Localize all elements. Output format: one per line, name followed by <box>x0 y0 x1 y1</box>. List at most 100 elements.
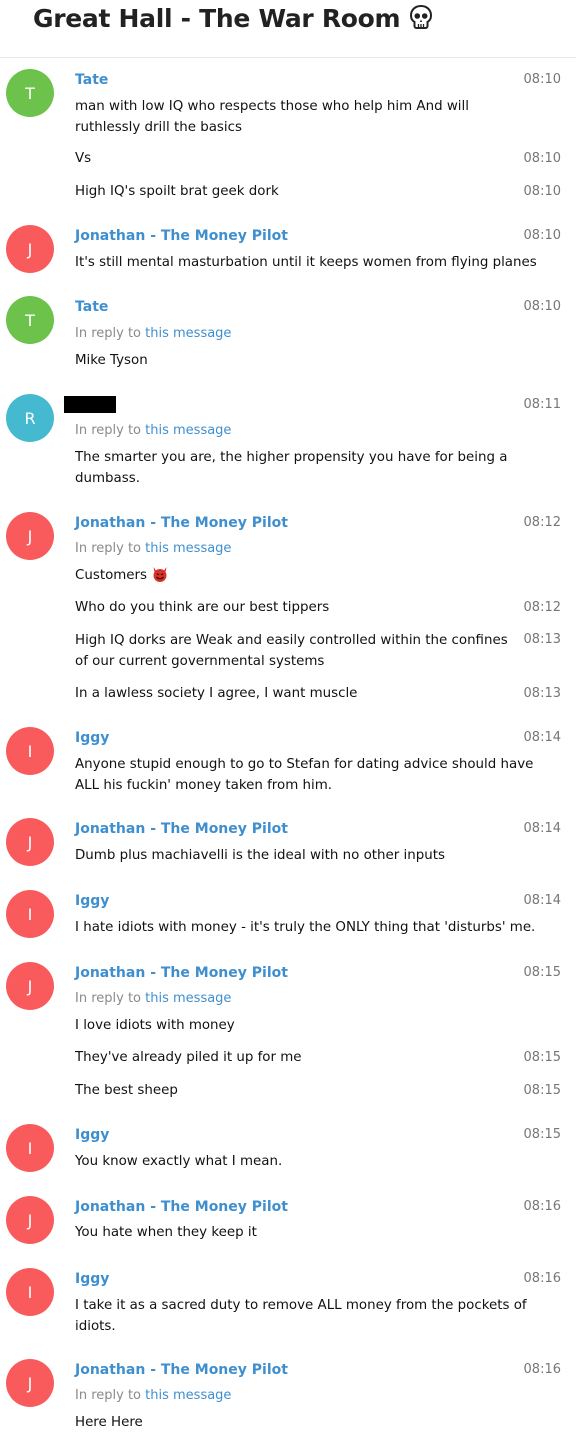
message-text: Customers <box>75 568 148 583</box>
avatar[interactable]: J <box>6 962 54 1010</box>
reply-link[interactable]: this message <box>145 991 231 1006</box>
reply-prefix: In reply to <box>75 991 142 1006</box>
message-time: 08:10 <box>523 72 561 87</box>
message-time: 08:10 <box>523 228 561 243</box>
avatar[interactable]: J <box>6 818 54 866</box>
avatar[interactable]: J <box>6 1196 54 1244</box>
avatar[interactable]: J <box>6 225 54 273</box>
avatar[interactable]: J <box>6 1359 54 1407</box>
avatar-initial: J <box>27 239 33 259</box>
avatar[interactable]: I <box>6 727 54 775</box>
sender-name[interactable]: Jonathan - The Money Pilot <box>75 1360 288 1380</box>
sender-name[interactable]: Jonathan - The Money Pilot <box>75 963 288 983</box>
sender-name[interactable]: Iggy <box>75 1269 109 1289</box>
avatar-initial: I <box>27 741 33 761</box>
avatar-initial: J <box>27 832 33 852</box>
sender-name[interactable]: Jonathan - The Money Pilot <box>75 819 288 839</box>
reply-prefix: In reply to <box>75 326 142 341</box>
avatar[interactable]: J <box>6 512 54 560</box>
reply-prefix: In reply to <box>75 423 142 438</box>
reply-prefix: In reply to <box>75 1388 142 1403</box>
avatar-initial: T <box>25 310 35 330</box>
sender-name[interactable]: Iggy <box>75 1125 109 1145</box>
avatar[interactable]: I <box>6 1268 54 1316</box>
reply-reference: In reply to this message <box>75 989 231 1009</box>
message-text: Anyone stupid enough to go to Stefan for… <box>75 757 534 793</box>
avatar-initial: R <box>24 408 36 428</box>
avatar-initial: I <box>27 1282 33 1302</box>
chat-title: Great Hall - The War Room <box>33 4 401 33</box>
message-time: 08:16 <box>523 1199 561 1214</box>
avatar-initial: J <box>27 1373 33 1393</box>
message-time: 08:11 <box>523 397 561 412</box>
message-time: 08:15 <box>523 1083 561 1098</box>
message-text: Mike Tyson <box>75 353 148 368</box>
message-text: Vs <box>75 151 92 166</box>
sender-name[interactable]: Tate <box>75 297 108 317</box>
message-time: 08:12 <box>523 600 561 615</box>
avatar-initial: I <box>27 1138 33 1158</box>
message-text: man with low IQ who respects those who h… <box>75 99 469 135</box>
message-time: 08:15 <box>523 965 561 980</box>
message-time: 08:15 <box>523 1050 561 1065</box>
reply-reference: In reply to this message <box>75 539 231 559</box>
reply-link[interactable]: this message <box>145 1388 231 1403</box>
avatar[interactable]: T <box>6 296 54 344</box>
sender-name[interactable]: Iggy <box>75 891 109 911</box>
sender-name[interactable]: Jonathan - The Money Pilot <box>75 513 288 533</box>
avatar-initial: J <box>27 526 33 546</box>
message-text: I take it as a sacred duty to remove ALL… <box>75 1298 527 1334</box>
message-time: 08:13 <box>523 632 561 647</box>
message-text: High IQ dorks are Weak and easily contro… <box>75 633 508 669</box>
message-time: 08:14 <box>523 821 561 836</box>
avatar[interactable]: I <box>6 890 54 938</box>
sender-name[interactable]: Iggy <box>75 728 109 748</box>
redacted-sender-name <box>64 396 116 413</box>
reply-prefix: In reply to <box>75 541 142 556</box>
reply-reference: In reply to this message <box>75 324 231 344</box>
avatar-initial: I <box>27 904 33 924</box>
message-time: 08:15 <box>523 1127 561 1142</box>
avatar-initial: T <box>25 83 35 103</box>
reply-link[interactable]: this message <box>145 423 231 438</box>
skull-icon <box>410 4 433 29</box>
chat-header: Great Hall - The War Room <box>0 0 576 58</box>
message-time: 08:14 <box>523 730 561 745</box>
message-text: Here Here <box>75 1415 143 1430</box>
message-text: It's still mental masturbation until it … <box>75 255 537 270</box>
message-text: You hate when they keep it <box>75 1225 257 1240</box>
message-time: 08:13 <box>523 686 561 701</box>
message-text-row: Customers <box>75 565 515 586</box>
reply-link[interactable]: this message <box>145 326 231 341</box>
sender-name[interactable]: Jonathan - The Money Pilot <box>75 226 288 246</box>
avatar[interactable]: R <box>6 394 54 442</box>
message-text: I hate idiots with money - it's truly th… <box>75 920 536 935</box>
message-text: The best sheep <box>75 1083 178 1098</box>
sender-name[interactable]: Tate <box>75 70 108 90</box>
message-time: 08:14 <box>523 893 561 908</box>
smiling-devil-icon <box>153 567 167 582</box>
message-text: Dumb plus machiavelli is the ideal with … <box>75 848 445 863</box>
avatar[interactable]: I <box>6 1124 54 1172</box>
message-text: High IQ's spoilt brat geek dork <box>75 184 279 199</box>
message-text: You know exactly what I mean. <box>75 1154 283 1169</box>
reply-reference: In reply to this message <box>75 421 231 441</box>
message-text: They've already piled it up for me <box>75 1050 302 1065</box>
avatar-initial: J <box>27 1210 33 1230</box>
message-time: 08:10 <box>523 299 561 314</box>
message-text: Who do you think are our best tippers <box>75 600 330 615</box>
avatar[interactable]: T <box>6 69 54 117</box>
message-time: 08:16 <box>523 1271 561 1286</box>
message-text: I love idiots with money <box>75 1018 235 1033</box>
message-time: 08:10 <box>523 184 561 199</box>
reply-link[interactable]: this message <box>145 541 231 556</box>
chat-title-row: Great Hall - The War Room <box>33 4 434 33</box>
message-time: 08:16 <box>523 1362 561 1377</box>
message-time: 08:12 <box>523 515 561 530</box>
sender-name[interactable]: Jonathan - The Money Pilot <box>75 1197 288 1217</box>
message-text: The smarter you are, the higher propensi… <box>75 450 508 486</box>
message-time: 08:10 <box>523 151 561 166</box>
avatar-initial: J <box>27 976 33 996</box>
reply-reference: In reply to this message <box>75 1386 231 1406</box>
message-text: In a lawless society I agree, I want mus… <box>75 686 358 701</box>
